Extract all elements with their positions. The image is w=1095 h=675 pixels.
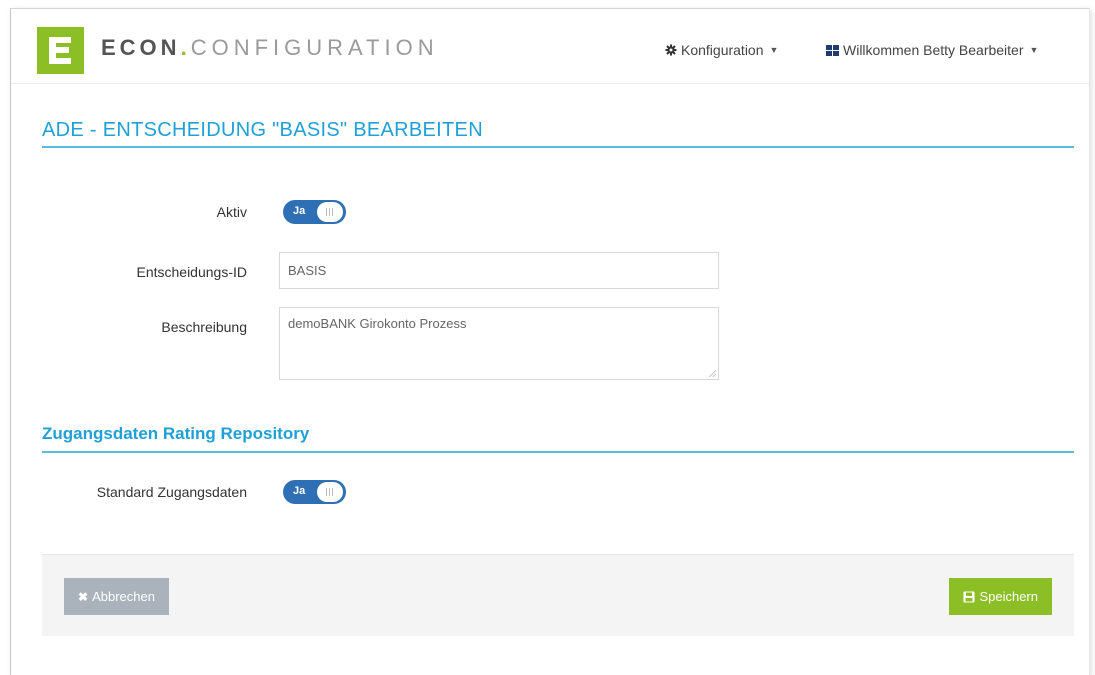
aktiv-label: Aktiv bbox=[216, 204, 247, 220]
konfiguration-label: Konfiguration bbox=[681, 42, 764, 58]
cancel-button[interactable]: ✖ Abbrechen bbox=[64, 578, 169, 615]
repository-section-title: Zugangsdaten Rating Repository bbox=[42, 424, 310, 443]
beschreibung-label: Beschreibung bbox=[161, 319, 247, 335]
aktiv-toggle[interactable]: Ja bbox=[283, 200, 346, 224]
save-label: Speichern bbox=[979, 589, 1038, 604]
standard-toggle-text: Ja bbox=[293, 485, 306, 497]
standard-zugangsdaten-label: Standard Zugangsdaten bbox=[96, 484, 247, 500]
konfiguration-menu[interactable]: Konfiguration ▼ bbox=[665, 42, 778, 58]
econ-logo[interactable] bbox=[37, 27, 84, 74]
brand-part2: CONFIGURATION bbox=[190, 35, 439, 60]
page-title: ADE - ENTSCHEIDUNG "BASIS" BEARBEITEN bbox=[42, 119, 483, 141]
cancel-label: Abbrechen bbox=[92, 589, 155, 604]
section-divider bbox=[42, 451, 1074, 453]
form-footer: ✖ Abbrechen Speichern bbox=[42, 554, 1074, 636]
gear-icon bbox=[665, 44, 677, 56]
save-button[interactable]: Speichern bbox=[949, 578, 1052, 615]
close-icon: ✖ bbox=[78, 589, 89, 604]
beschreibung-value: demoBANK Girokonto Prozess bbox=[288, 316, 467, 331]
brand-name: ECON.CONFIGURATION bbox=[101, 35, 439, 61]
entscheidungs-id-label: Entscheidungs-ID bbox=[136, 264, 247, 280]
resize-grip-icon[interactable] bbox=[709, 370, 716, 377]
chevron-down-icon: ▼ bbox=[1029, 45, 1039, 55]
chevron-down-icon: ▼ bbox=[769, 45, 779, 55]
user-label: Willkommen Betty Bearbeiter bbox=[843, 42, 1024, 58]
beschreibung-textarea[interactable]: demoBANK Girokonto Prozess bbox=[279, 307, 719, 380]
aktiv-toggle-text: Ja bbox=[293, 205, 306, 217]
brand-part1: ECON bbox=[101, 35, 181, 60]
title-divider bbox=[42, 146, 1074, 148]
grid-icon bbox=[826, 44, 840, 56]
entscheidungs-id-input[interactable] bbox=[279, 252, 719, 289]
top-navbar: ECON.CONFIGURATION Konfiguration ▼ Willk… bbox=[11, 9, 1089, 84]
standard-zugangsdaten-toggle[interactable]: Ja bbox=[283, 480, 346, 504]
toggle-knob bbox=[317, 482, 343, 502]
floppy-disk-icon bbox=[963, 591, 975, 602]
brand-dot: . bbox=[180, 35, 191, 60]
app-window: ECON.CONFIGURATION Konfiguration ▼ Willk… bbox=[10, 8, 1090, 675]
toggle-knob bbox=[317, 202, 343, 222]
user-menu[interactable]: Willkommen Betty Bearbeiter ▼ bbox=[826, 42, 1038, 58]
